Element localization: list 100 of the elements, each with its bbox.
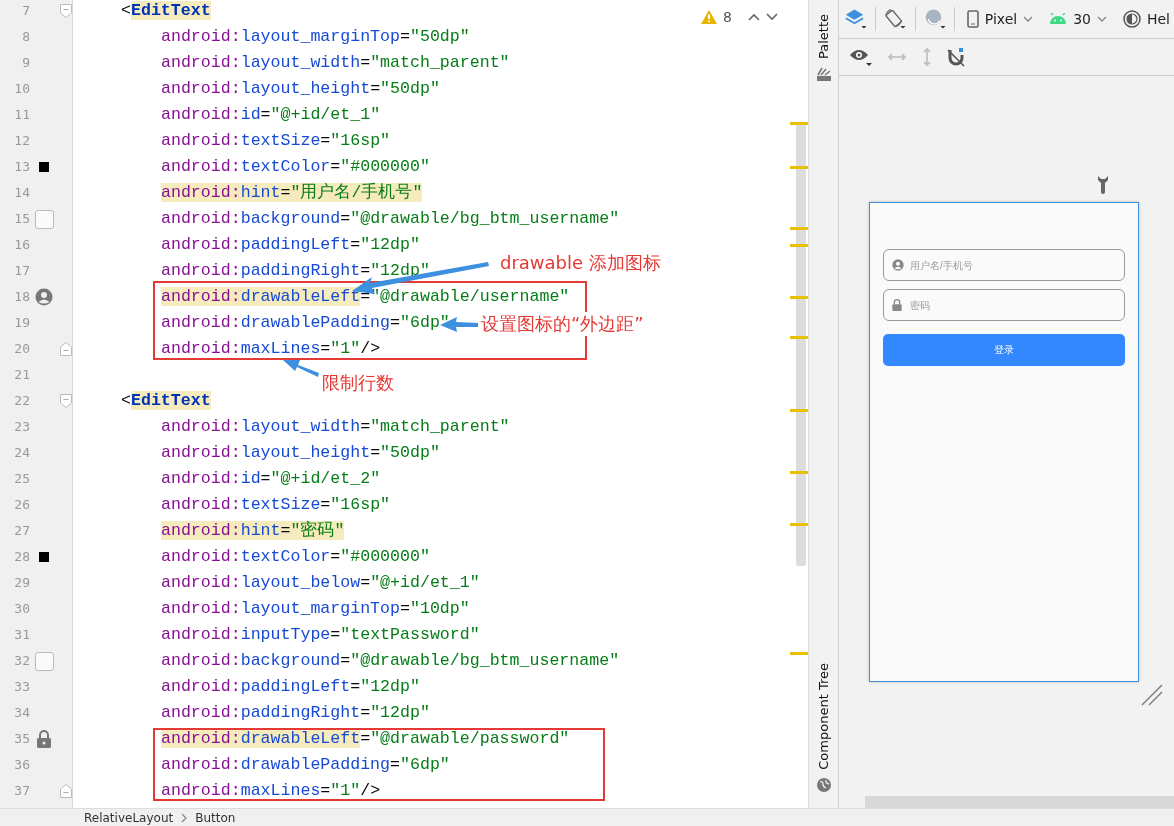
chevron-up-icon[interactable] (748, 13, 760, 21)
warning-marker[interactable] (790, 409, 808, 412)
rotate-device-icon[interactable] (884, 7, 907, 31)
code-line: android:hint="密码" (161, 519, 345, 542)
breadcrumb-item[interactable]: Button (195, 810, 236, 825)
code-line: android:layout_height="50dp" (161, 78, 440, 100)
horizontal-scrollbar[interactable] (865, 796, 1174, 808)
night-mode-icon[interactable] (923, 7, 946, 31)
lock-icon[interactable] (37, 730, 51, 748)
color-swatch-icon[interactable] (39, 162, 49, 172)
theme-dropdown[interactable]: Hel (1118, 10, 1174, 28)
line-number: 9 (21, 54, 30, 72)
vertical-arrows-icon[interactable] (921, 47, 933, 67)
line-number: 20 (13, 340, 30, 358)
magnet-off-icon[interactable] (947, 47, 965, 67)
globe-icon[interactable] (816, 778, 831, 792)
code-line: android:background="@drawable/bg_btm_username" (161, 208, 620, 230)
code-line: android:layout_height="50dp" (161, 442, 440, 464)
color-swatch-icon[interactable] (39, 552, 49, 562)
code-line: android:textColor="#000000" (161, 156, 430, 178)
preview-input-field[interactable]: 用户名/手机号 (883, 249, 1125, 281)
line-number: 18 (13, 288, 30, 306)
drawable-preview-icon[interactable] (34, 209, 54, 229)
chevron-down-icon (1023, 16, 1034, 22)
code-line: android:paddingRight="12dp" (161, 260, 430, 282)
code-line: android:drawableLeft="@drawable/username" (161, 286, 570, 308)
palette-icon[interactable] (816, 67, 831, 82)
line-number: 15 (13, 210, 30, 228)
line-number: 19 (13, 314, 30, 332)
component-tree-tab[interactable]: Component Tree (816, 663, 831, 770)
chevron-down-icon[interactable] (766, 13, 778, 21)
code-line: android:textColor="#000000" (161, 546, 430, 568)
layers-icon[interactable] (845, 7, 868, 31)
warning-marker[interactable] (790, 296, 808, 299)
api-level-dropdown[interactable]: 30 (1045, 11, 1111, 27)
code-line: android:layout_width="match_parent" (161, 52, 510, 74)
warning-marker[interactable] (790, 227, 808, 230)
line-number: 35 (13, 730, 30, 748)
code-line: android:layout_below="@+id/et_1" (161, 572, 480, 594)
palette-tab[interactable]: Palette (816, 14, 831, 60)
code-line: android:id="@+id/et_1" (161, 104, 381, 126)
line-number: 11 (13, 106, 30, 124)
theme-icon (1122, 10, 1141, 28)
line-number: 26 (13, 496, 30, 514)
warning-marker[interactable] (790, 166, 808, 169)
warning-marker[interactable] (790, 122, 808, 125)
warning-marker[interactable] (790, 244, 808, 247)
person-icon[interactable] (35, 288, 53, 306)
code-line: android:maxLines="1"/> (161, 780, 381, 802)
line-number: 17 (13, 262, 30, 280)
line-number: 32 (13, 652, 30, 670)
warning-marker[interactable] (790, 471, 808, 474)
line-number: 30 (13, 600, 30, 618)
drawable-preview-icon[interactable] (34, 651, 54, 671)
fold-marker-icon[interactable] (59, 394, 72, 408)
chevron-right-icon (181, 812, 188, 823)
code-line: android:paddingLeft="12dp" (161, 234, 420, 256)
line-number: 8 (21, 28, 30, 46)
code-line: android:drawableLeft="@drawable/password" (161, 728, 570, 750)
warning-marker[interactable] (790, 336, 808, 339)
code-line: android:drawablePadding="6dp" (161, 754, 450, 776)
eye-icon[interactable] (849, 47, 873, 67)
horizontal-arrows-icon[interactable] (887, 51, 907, 63)
warning-marker[interactable] (790, 652, 808, 655)
line-number: 33 (13, 678, 30, 696)
line-number: 12 (13, 132, 30, 150)
code-line: <EditText (121, 390, 211, 412)
line-number: 14 (13, 184, 30, 202)
code-line: android:inputType="textPassword" (161, 624, 480, 646)
annotation-label: drawable 添加图标 (500, 251, 661, 275)
code-line: android:layout_marginTop="50dp" (161, 26, 470, 48)
fold-marker-icon[interactable] (59, 784, 72, 798)
line-number: 34 (13, 704, 30, 722)
wrench-icon[interactable] (1097, 176, 1109, 194)
line-number: 7 (21, 2, 30, 20)
device-dropdown[interactable]: Pixel (962, 10, 1038, 28)
fold-marker-icon[interactable] (59, 4, 72, 18)
breadcrumb-item[interactable]: RelativeLayout (84, 810, 174, 825)
line-number: 21 (13, 366, 30, 384)
line-number: 28 (13, 548, 30, 566)
annotation-label: 设置图标的“外边距” (481, 312, 644, 336)
line-number: 25 (13, 470, 30, 488)
line-number: 13 (13, 158, 30, 176)
line-number: 24 (13, 444, 30, 462)
code-line: android:textSize="16sp" (161, 130, 391, 152)
code-line: android:background="@drawable/bg_btm_username" (161, 650, 620, 672)
warning-marker[interactable] (790, 523, 808, 526)
annotation-arrow (283, 360, 319, 377)
phone-icon (966, 10, 979, 28)
code-line: android:drawablePadding="6dp" (161, 312, 450, 334)
code-line: <EditText (121, 0, 211, 22)
fold-marker-icon[interactable] (59, 342, 72, 356)
line-number: 23 (13, 418, 30, 436)
code-line: android:hint="用户名/手机号" (161, 181, 423, 204)
line-number: 22 (13, 392, 30, 410)
annotation-label: 限制行数 (322, 371, 394, 395)
code-line: android:layout_width="match_parent" (161, 416, 510, 438)
scrollbar-thumb[interactable] (796, 124, 806, 566)
resize-handle-icon[interactable] (1141, 684, 1163, 706)
preview-input-field[interactable]: 密码 (883, 289, 1125, 321)
